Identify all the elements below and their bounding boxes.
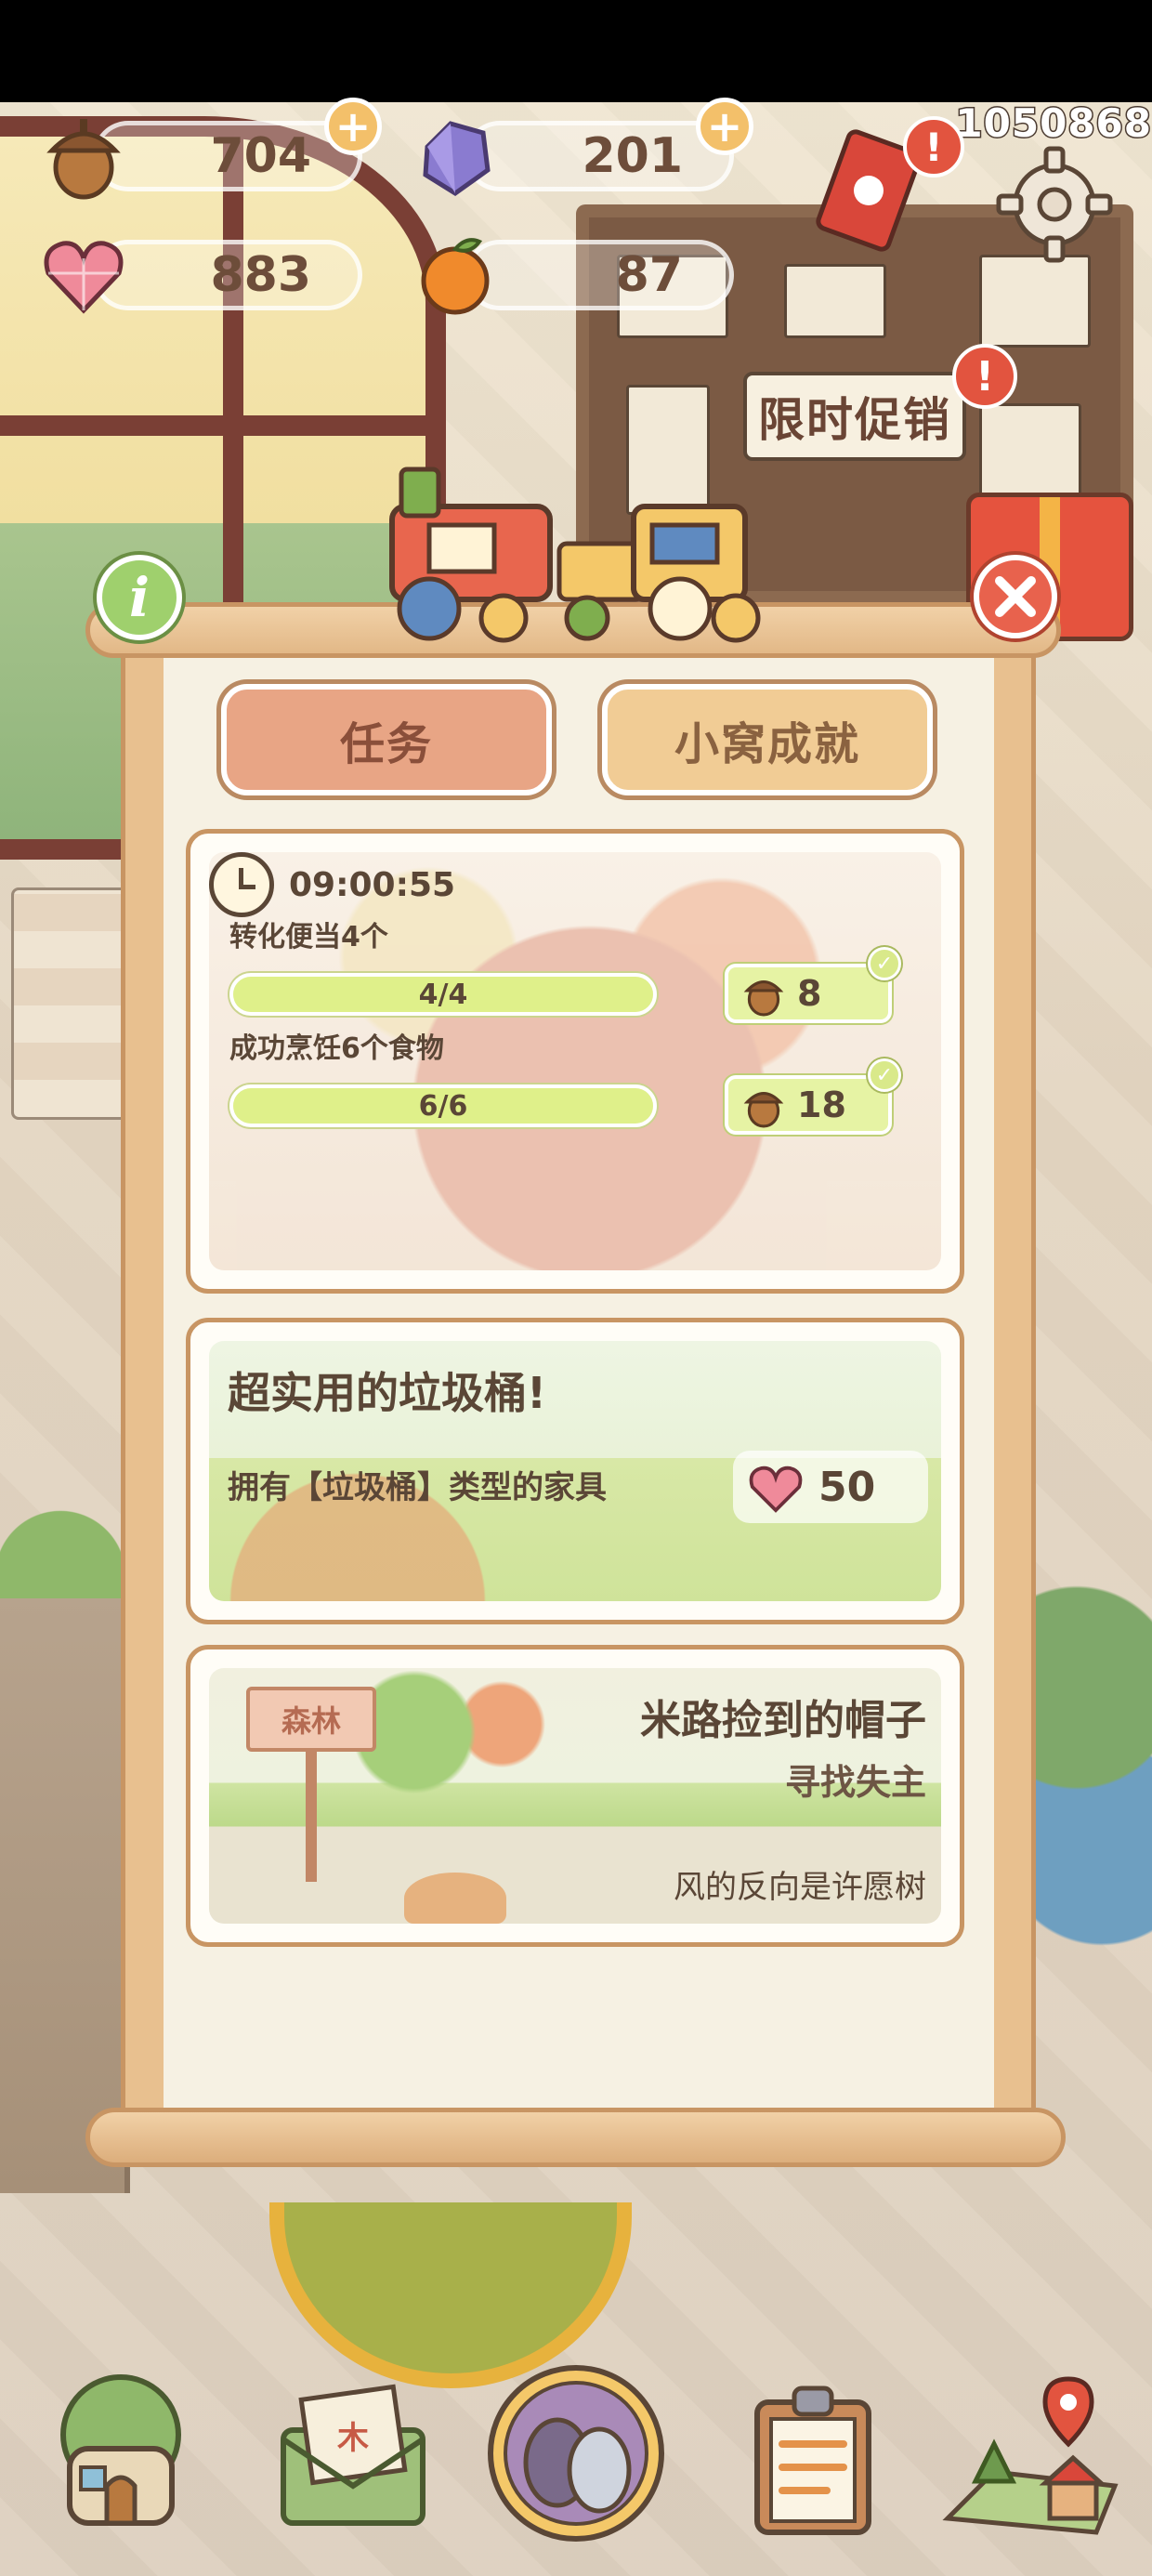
tab-den-achievements[interactable]: 小窝成就 <box>602 684 933 795</box>
gem-counter: 201 + <box>423 98 753 197</box>
acorn-icon <box>743 1091 784 1128</box>
task-card: 09:00:55 转化便当4个 4/4 8 ✓ 成功烹饪6个食物 6/6 18 … <box>186 829 964 1294</box>
treehouse-icon <box>60 2374 181 2526</box>
limited-sale-button[interactable]: 限时促销 <box>743 372 966 461</box>
envelope-alert-badge: ! <box>903 116 964 177</box>
achievement-title: 超实用的垃圾桶! <box>228 1368 546 1418</box>
forest-sign: 森林 <box>246 1687 376 1752</box>
heart-counter: 883 <box>44 240 362 314</box>
reward-amount: 8 <box>797 973 822 1014</box>
progress-text: 4/4 <box>418 978 468 1011</box>
nav-gacha-button[interactable] <box>483 2360 669 2546</box>
tab-tasks[interactable]: 任务 <box>221 684 552 795</box>
sign-post <box>306 1752 317 1882</box>
task-timer: 09:00:55 <box>209 852 455 917</box>
orange-count: 87 <box>615 247 683 303</box>
heart-gem-icon <box>749 1465 803 1513</box>
add-acorn-button[interactable]: + <box>324 98 382 155</box>
svg-text:木: 木 <box>336 2420 369 2457</box>
claim-reward-button[interactable]: 8 ✓ <box>725 947 901 1023</box>
bookshelf <box>0 1598 130 2193</box>
gear-icon <box>996 146 1113 263</box>
promo-alert-badge: ! <box>952 344 1017 409</box>
reward-amount: 50 <box>818 1463 876 1511</box>
heart-count: 883 <box>210 247 311 303</box>
quest-subtitle: 寻找失主 <box>784 1762 926 1803</box>
tree-stump <box>404 1873 506 1924</box>
quest-hint: 风的反向是许愿树 <box>674 1869 926 1906</box>
info-button[interactable]: i <box>97 555 182 640</box>
task-label: 转化便当4个 <box>229 921 388 953</box>
letter-icon: 木 <box>281 2384 425 2526</box>
heart-gem-icon <box>33 224 135 326</box>
toy-train-icon <box>364 451 782 655</box>
progress-text: 6/6 <box>418 1089 468 1123</box>
claim-reward-button[interactable]: 18 ✓ <box>725 1058 901 1135</box>
close-icon <box>995 576 1036 617</box>
acorn-counter: 704 + <box>46 98 382 200</box>
check-icon: ✓ <box>868 1058 901 1092</box>
settings-button[interactable] <box>989 139 1119 269</box>
map-pin-icon <box>942 2376 1119 2535</box>
achievement-description: 拥有【垃圾桶】类型的家具 <box>228 1469 607 1506</box>
add-gem-button[interactable]: + <box>696 98 753 155</box>
egg-icon <box>488 2365 664 2542</box>
flower-pot-decoration <box>1027 1571 1152 1961</box>
clock-icon <box>209 852 274 917</box>
orange-counter: 87 <box>421 238 734 315</box>
reward-amount: 18 <box>797 1084 846 1125</box>
acorn-icon <box>743 979 784 1017</box>
task-label: 成功烹饪6个食物 <box>229 1032 444 1065</box>
progress-bar: 4/4 <box>229 973 657 1016</box>
clipboard-icon <box>754 2385 871 2535</box>
acorn-count: 704 <box>210 128 311 184</box>
achievement-card[interactable]: 超实用的垃圾桶! 拥有【垃圾桶】类型的家具 50 <box>186 1318 964 1624</box>
nav-map-button[interactable] <box>938 2360 1124 2546</box>
plant-decoration <box>0 1487 121 1598</box>
nav-mail-button[interactable]: 木 <box>260 2360 446 2546</box>
wallpaper-sample <box>11 887 132 1120</box>
progress-bar: 6/6 <box>229 1084 657 1127</box>
scroll-bottom-rod <box>85 2108 1066 2167</box>
nav-home-button[interactable] <box>28 2360 214 2546</box>
check-icon: ✓ <box>868 947 901 980</box>
achievement-reward: 50 <box>733 1451 928 1523</box>
gem-count: 201 <box>582 128 683 184</box>
nav-tasks-button[interactable] <box>720 2360 906 2546</box>
status-bar <box>0 0 1152 102</box>
crystal-icon <box>404 105 506 207</box>
orange-icon <box>404 224 506 326</box>
quest-card[interactable]: 森林 米路捡到的帽子 寻找失主 风的反向是许愿树 <box>186 1645 964 1947</box>
quest-title: 米路捡到的帽子 <box>640 1697 926 1744</box>
timer-text: 09:00:55 <box>289 865 456 904</box>
close-button[interactable] <box>974 555 1057 638</box>
acorn-icon <box>33 105 135 207</box>
